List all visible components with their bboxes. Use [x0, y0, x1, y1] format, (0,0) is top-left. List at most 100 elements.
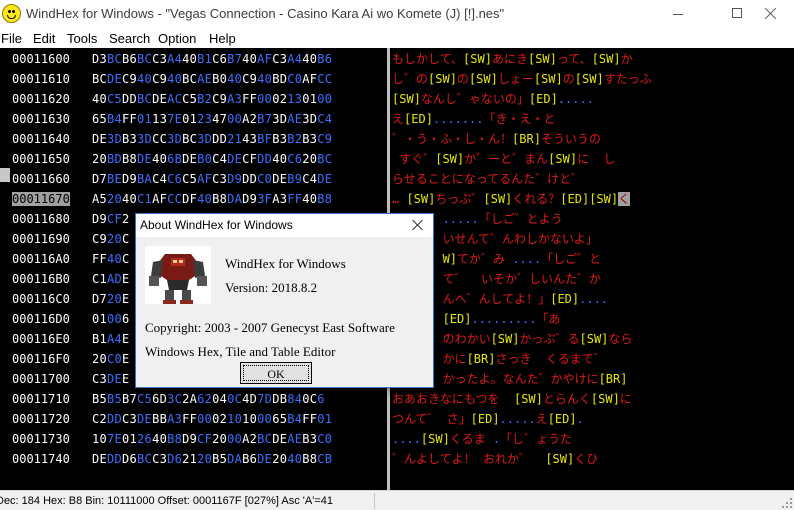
text-view[interactable]: もしかして、[SW]あにき[SW]って、[SW]か し゛の[SW]の[SW]しょー… — [390, 48, 794, 490]
text-row[interactable]: … [SW]ちっぶ゛[SW]くれる？[ED][SW]く — [392, 189, 631, 209]
hex-row[interactable]: 00011630 65B4FF01137E01234700A2B73DAE3DC4 — [12, 109, 332, 129]
hex-row[interactable]: 00011640 DE3DB33DCC3DBC3DDD2143BFB3B2B3C9 — [12, 129, 332, 149]
text-row[interactable]: おあおきなにもつを [SW]とらんく[SW]に — [392, 389, 632, 409]
hex-address: 000116F0 — [12, 352, 70, 366]
hex-bytes[interactable]: DEDDD6BCC3D62120B5DAB6DE2040B8CB — [92, 449, 332, 469]
menu-search[interactable]: Search — [109, 31, 150, 46]
hex-bytes[interactable]: 65B4FF01137E01234700A2B73DAE3DC4 — [92, 109, 332, 129]
status-separator — [374, 493, 375, 509]
control-code: [SW] — [463, 52, 492, 66]
hex-address: 00011700 — [12, 372, 70, 386]
text-segment: ゛んよしてよ！ おれか゛ — [392, 452, 546, 466]
hex-row[interactable]: 00011720 C2DDC3DEBBA3FF000210100065B4FF01 — [12, 409, 332, 429]
text-segment: しょー — [497, 72, 534, 86]
text-segment: か゛ーと゛まん — [464, 152, 549, 166]
about-dialog: About WindHex for Windows WindHex for Wi… — [135, 213, 434, 388]
text-segment: くれる？ — [512, 192, 561, 206]
hex-row[interactable]: 00011650 20BDB8DE406BDEB0C4DECFDD40C620BC — [12, 149, 332, 169]
close-button[interactable] — [748, 0, 794, 29]
text-segment: 「しご゛とよう — [478, 212, 563, 226]
dialog-app-name: WindHex for Windows — [225, 256, 346, 271]
hex-bytes[interactable]: DE3DB33DCC3DBC3DDD2143BFB3B2B3C9 — [92, 129, 332, 149]
hex-address: 00011620 — [12, 92, 70, 106]
hex-bytes[interactable]: A52040C1AFCCDF40B8DAD93FA3FF40B8 — [92, 189, 332, 209]
menu-tools[interactable]: Tools — [67, 31, 97, 46]
hex-bytes[interactable]: 107E012640B8D9CF2000A2BCDEAEB3C0 — [92, 429, 332, 449]
hex-row[interactable]: 000116F0 20C0E — [12, 349, 129, 369]
hex-bytes[interactable]: BCDEC940C940BCAEB040C940BDC0AFCC — [92, 69, 332, 89]
hex-bytes[interactable]: D3BCB6BCC3A440B1C6B740AFC3A440B6 — [92, 49, 332, 69]
hex-row[interactable]: 00011740 DEDDD6BCC3D62120B5DAB6DE2040B8CB — [12, 449, 332, 469]
hex-row[interactable]: 000116E0 B1A4E — [12, 329, 129, 349]
text-row[interactable]: し゛の[SW]の[SW]しょー[SW]の[SW]すたっふ — [392, 69, 652, 89]
hex-bytes[interactable]: C1ADE — [92, 269, 130, 289]
menu-file[interactable]: File — [1, 31, 22, 46]
hex-bytes[interactable]: B1A4E — [92, 329, 130, 349]
text-segment: に し — [577, 152, 616, 166]
hex-row[interactable]: 00011700 C3DEE — [12, 369, 129, 389]
hex-bytes[interactable]: 20C0E — [92, 349, 130, 369]
menu-option[interactable]: Option — [158, 31, 196, 46]
hex-bytes[interactable]: B5B5B7C56D3C2A62040C4D7DDB840C6 — [92, 389, 325, 409]
menu-help[interactable]: Help — [209, 31, 236, 46]
robot-mascot-image — [145, 246, 211, 304]
hex-row[interactable]: 00011620 40C5DDBCDEACC5B2C9A3FF0002130100 — [12, 89, 332, 109]
scroll-thumb[interactable] — [0, 168, 10, 182]
hex-row[interactable]: 000116C0 D720E — [12, 289, 129, 309]
hex-address: 00011650 — [12, 152, 70, 166]
hex-bytes[interactable]: 40C5DDBCDEACC5B2C9A3FF0002130100 — [92, 89, 332, 109]
ok-button[interactable]: OK — [240, 362, 312, 384]
hex-row[interactable]: 00011670 A52040C1AFCCDF40B8DAD93FA3FF40B8 — [12, 189, 332, 209]
hex-bytes[interactable]: C2DDC3DEBBA3FF000210100065B4FF01 — [92, 409, 332, 429]
window-title: WindHex for Windows - "Vegas Connection … — [26, 6, 505, 21]
resize-grip-icon[interactable] — [782, 498, 792, 508]
hex-row[interactable]: 00011690 C920C — [12, 229, 129, 249]
text-segment: か — [620, 52, 633, 66]
hex-row[interactable]: 00011610 BCDEC940C940BCAEB040C940BDC0AFCC — [12, 69, 332, 89]
hex-row[interactable]: 00011660 D7BED9BAC4C6C5AFC3D9DDC0DEB9C4DE — [12, 169, 332, 189]
hex-bytes[interactable]: D7BED9BAC4C6C5AFC3D9DDC0DEB9C4DE — [92, 169, 332, 189]
control-code: [SW] — [406, 192, 436, 206]
text-segment: すぐ゛ — [392, 152, 436, 166]
hex-bytes[interactable]: FF40C — [92, 249, 130, 269]
hex-address: 00011680 — [12, 212, 70, 226]
text-row[interactable]: すぐ゛[SW]か゛ーと゛まん[SW]に し — [392, 149, 616, 169]
hex-bytes[interactable]: 01006 — [92, 309, 130, 329]
text-row[interactable]: [SW]なんし゛ゃないの」[ED]..... — [392, 89, 594, 109]
text-segment: なんし゛ゃないの」 — [420, 92, 529, 106]
text-row[interactable]: ゛んよしてよ！ おれか゛ [SW]くひ — [392, 449, 598, 469]
minimize-button[interactable] — [655, 0, 701, 29]
hex-row[interactable]: 00011600 D3BCB6BCC3A440B1C6B740AFC3A440B6 — [12, 49, 332, 69]
hex-address: 000116E0 — [12, 332, 70, 346]
hex-row[interactable]: 00011710 B5B5B7C56D3C2A62040C4D7DDB840C6 — [12, 389, 324, 409]
hex-bytes[interactable]: C920C — [92, 229, 130, 249]
hex-bytes[interactable]: C3DEE — [92, 369, 130, 389]
control-code: [SW] — [591, 52, 621, 66]
minimize-icon — [673, 14, 683, 15]
text-row[interactable]: つんて゛ さ」[ED].....え[ED]. — [392, 409, 584, 429]
app-smiley-icon[interactable] — [2, 4, 21, 23]
hex-row[interactable]: 000116A0 FF40C — [12, 249, 129, 269]
hex-address: 00011610 — [12, 72, 70, 86]
text-row[interactable]: え[ED].......「き・え・と — [392, 109, 556, 129]
hex-row[interactable]: 00011730 107E012640B8D9CF2000A2BCDEAEB3C0 — [12, 429, 332, 449]
control-code: W] — [442, 252, 458, 266]
hex-row[interactable]: 00011680 D9CF2 — [12, 209, 129, 229]
hex-bytes[interactable]: D720E — [92, 289, 130, 309]
text-row[interactable]: もしかして、[SW]あにき[SW]って、[SW]か — [392, 49, 633, 69]
hex-bytes[interactable]: 20BDB8DE406BDEB0C4DECFDD40C620BC — [92, 149, 332, 169]
dialog-title: About WindHex for Windows — [140, 218, 293, 232]
control-code: [SW] — [392, 92, 421, 106]
hex-row[interactable]: 000116D0 01006 — [12, 309, 129, 329]
hex-bytes[interactable]: D9CF2 — [92, 209, 130, 229]
text-row[interactable]: らせることになってるんた゛けと゛ — [392, 169, 583, 189]
text-segment: くひ — [574, 452, 599, 466]
hex-row[interactable]: 000116B0 C1ADE — [12, 269, 129, 289]
text-segment: 「しご゛と — [541, 252, 602, 266]
text-segment: し゛の — [392, 72, 429, 86]
text-row[interactable]: ....[SW]くるま .「し゛ょうた — [392, 429, 572, 449]
menu-edit[interactable]: Edit — [33, 31, 55, 46]
text-row[interactable]: ゛・う・ふ・し・ん！[BR]そういうの — [392, 129, 601, 149]
dialog-close-button[interactable] — [409, 217, 427, 234]
control-code: [ED] — [404, 112, 433, 126]
